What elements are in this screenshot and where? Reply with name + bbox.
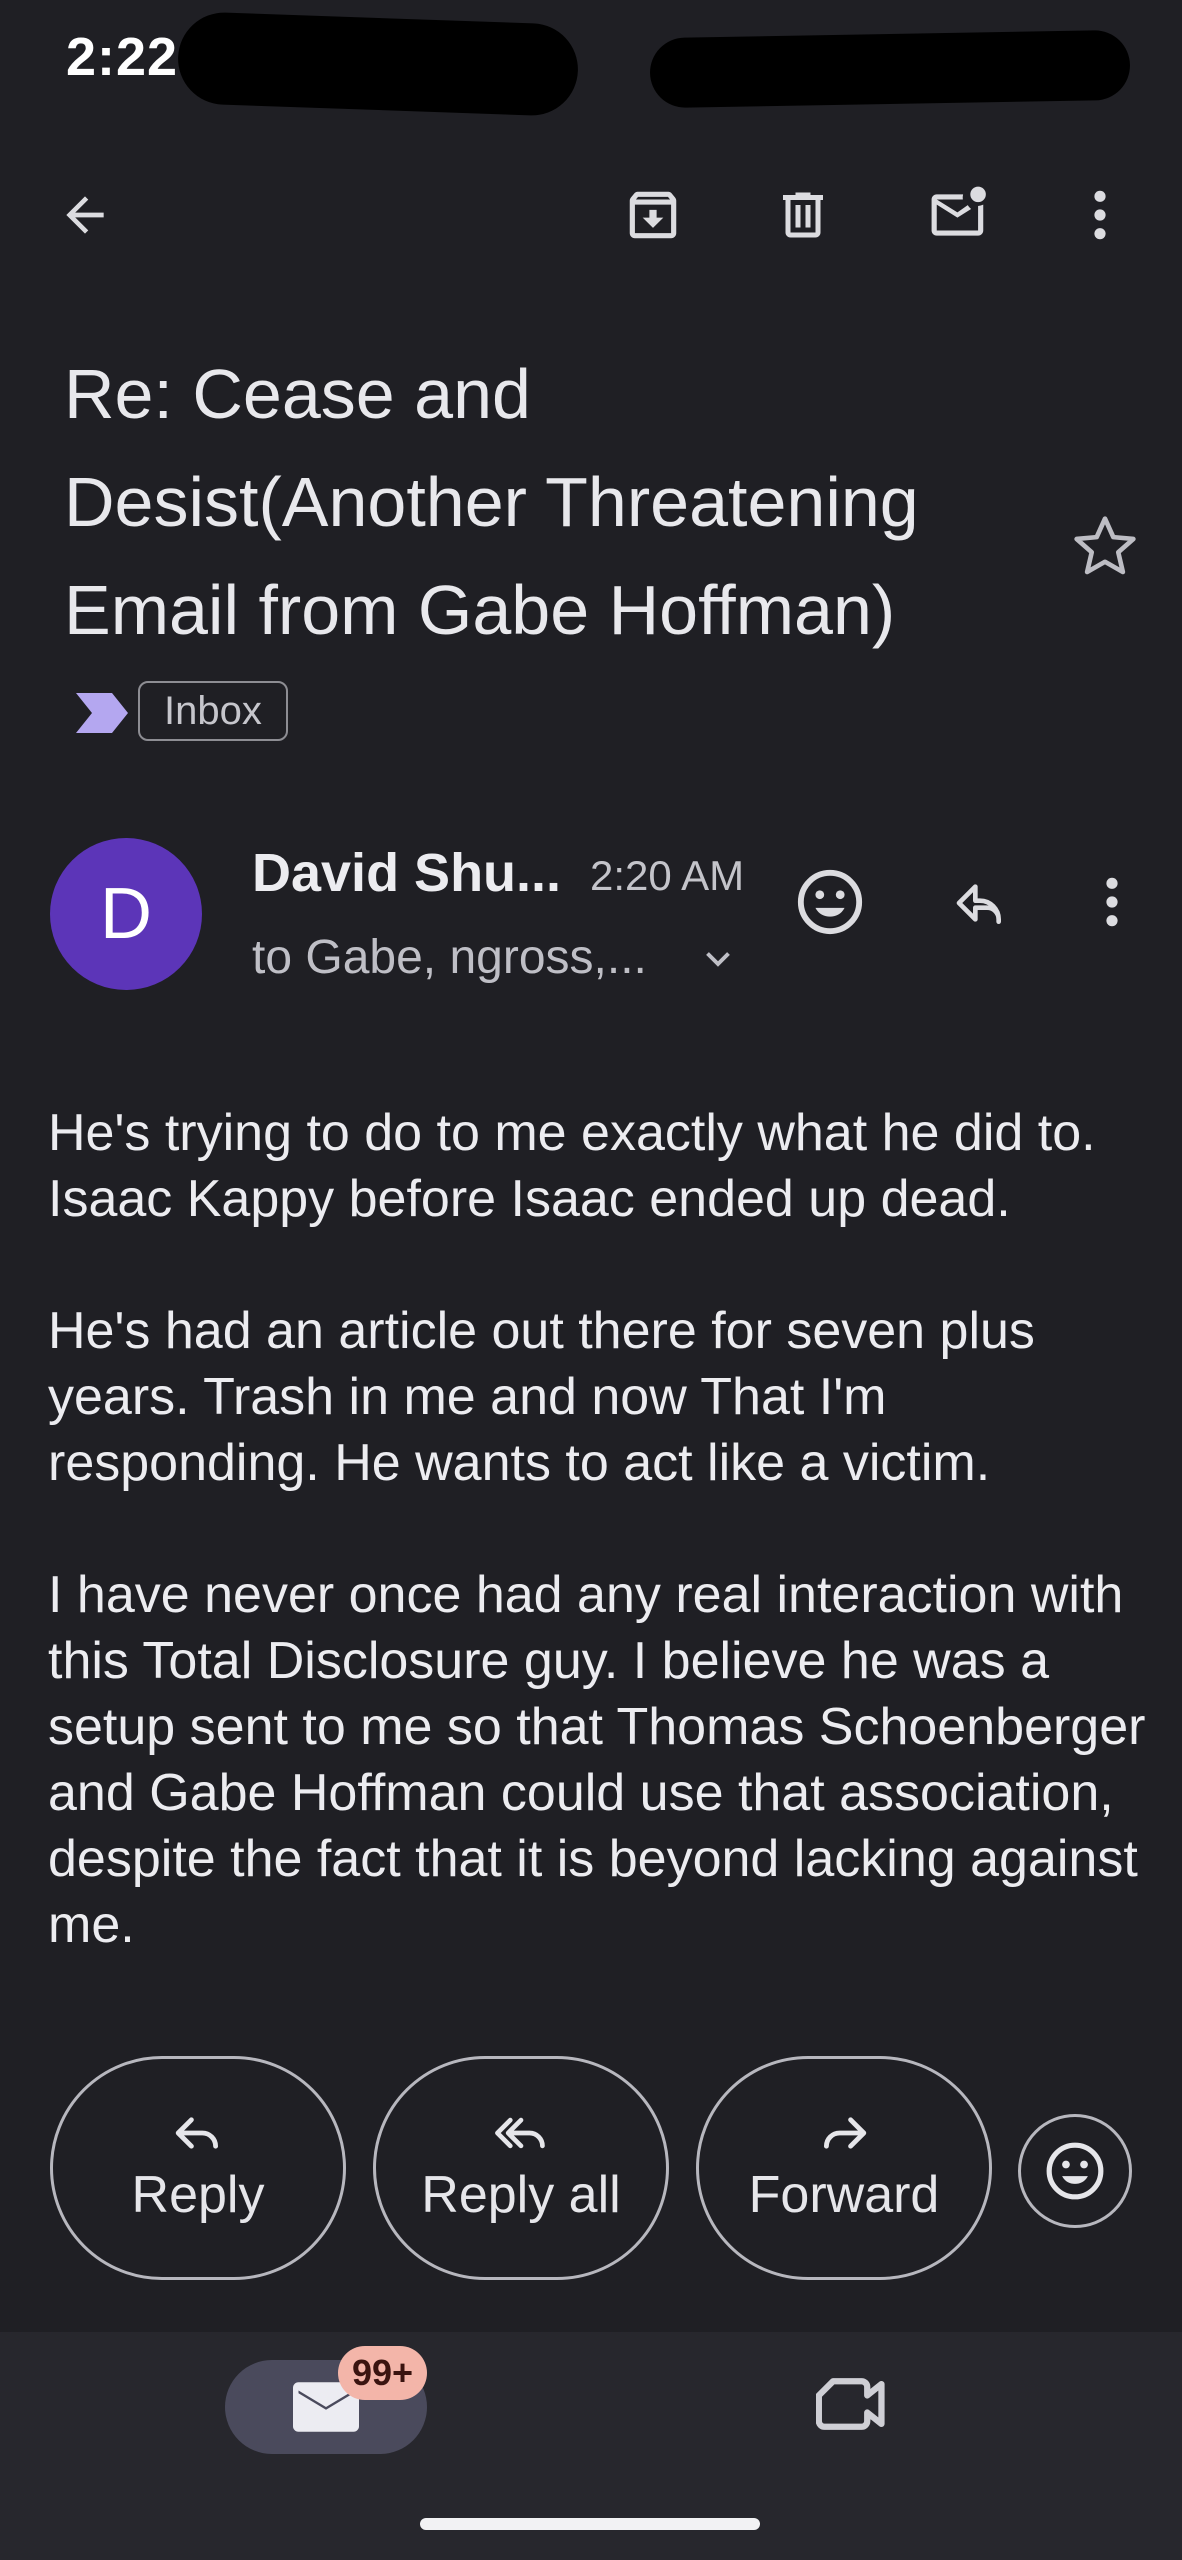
forward-label: Forward (748, 2166, 940, 2224)
email-subject: Re: Cease and Desist(Another Threatening… (64, 340, 1024, 664)
avatar-letter: D (100, 874, 152, 954)
emoji-icon (1046, 2142, 1104, 2200)
subject-line: Desist(Another Threatening (64, 463, 919, 541)
home-indicator[interactable] (420, 2518, 760, 2530)
delete-button[interactable] (758, 170, 848, 260)
arrow-left-icon (66, 196, 104, 234)
reply-icon (175, 2117, 219, 2149)
emoji-icon (797, 869, 863, 935)
add-reaction-button[interactable] (790, 862, 870, 942)
nav-meet-tab[interactable] (815, 2372, 890, 2436)
more-options-button[interactable] (1060, 170, 1140, 260)
video-camera-icon (815, 2378, 885, 2430)
body-paragraph: He's trying to do to me exactly what he … (48, 1104, 1096, 1228)
reply-button[interactable] (940, 868, 1020, 938)
archive-button[interactable] (608, 170, 698, 260)
importance-marker-icon (72, 688, 132, 738)
more-vert-icon (1094, 190, 1106, 240)
recipients-summary[interactable]: to Gabe, ngross,... (252, 930, 647, 985)
status-time: 2:22 (66, 27, 179, 87)
emoji-reaction-button[interactable] (1018, 2114, 1132, 2228)
forward-icon (823, 2117, 867, 2149)
more-vert-icon (1106, 877, 1118, 927)
mail-unread-icon (931, 186, 986, 236)
star-button[interactable] (1068, 510, 1142, 584)
reply-all-action-button[interactable]: Reply all (373, 2056, 669, 2280)
trash-icon (783, 192, 823, 238)
avatar[interactable]: D (50, 838, 202, 990)
body-paragraph: I have never once had any real interacti… (48, 1566, 1146, 1954)
subject-line: Re: Cease and (64, 355, 531, 433)
reply-icon (956, 884, 1001, 924)
reply-all-icon (495, 2117, 545, 2149)
forward-action-button[interactable]: Forward (696, 2056, 992, 2280)
mark-unread-button[interactable] (910, 170, 1010, 260)
inbox-label-chip[interactable]: Inbox (138, 681, 288, 741)
sent-time: 2:20 AM (590, 852, 745, 899)
redaction-mark (176, 11, 580, 117)
archive-icon (629, 191, 677, 239)
email-body: He's trying to do to me exactly what he … (48, 1100, 1148, 2004)
reply-label: Reply (131, 2166, 265, 2224)
star-icon (1074, 516, 1136, 575)
body-paragraph: He's had an article out there for seven … (48, 1302, 1035, 1492)
sender-name[interactable]: David Shu... (252, 842, 561, 904)
redaction-mark (649, 29, 1131, 109)
unread-count-badge: 99+ (338, 2346, 428, 2400)
reply-action-button[interactable]: Reply (50, 2056, 346, 2280)
reply-all-label: Reply all (421, 2166, 621, 2224)
back-button[interactable] (40, 170, 130, 260)
subject-line: Email from Gabe Hoffman) (64, 571, 896, 649)
message-more-button[interactable] (1090, 862, 1134, 942)
chevron-down-icon[interactable] (700, 940, 736, 976)
